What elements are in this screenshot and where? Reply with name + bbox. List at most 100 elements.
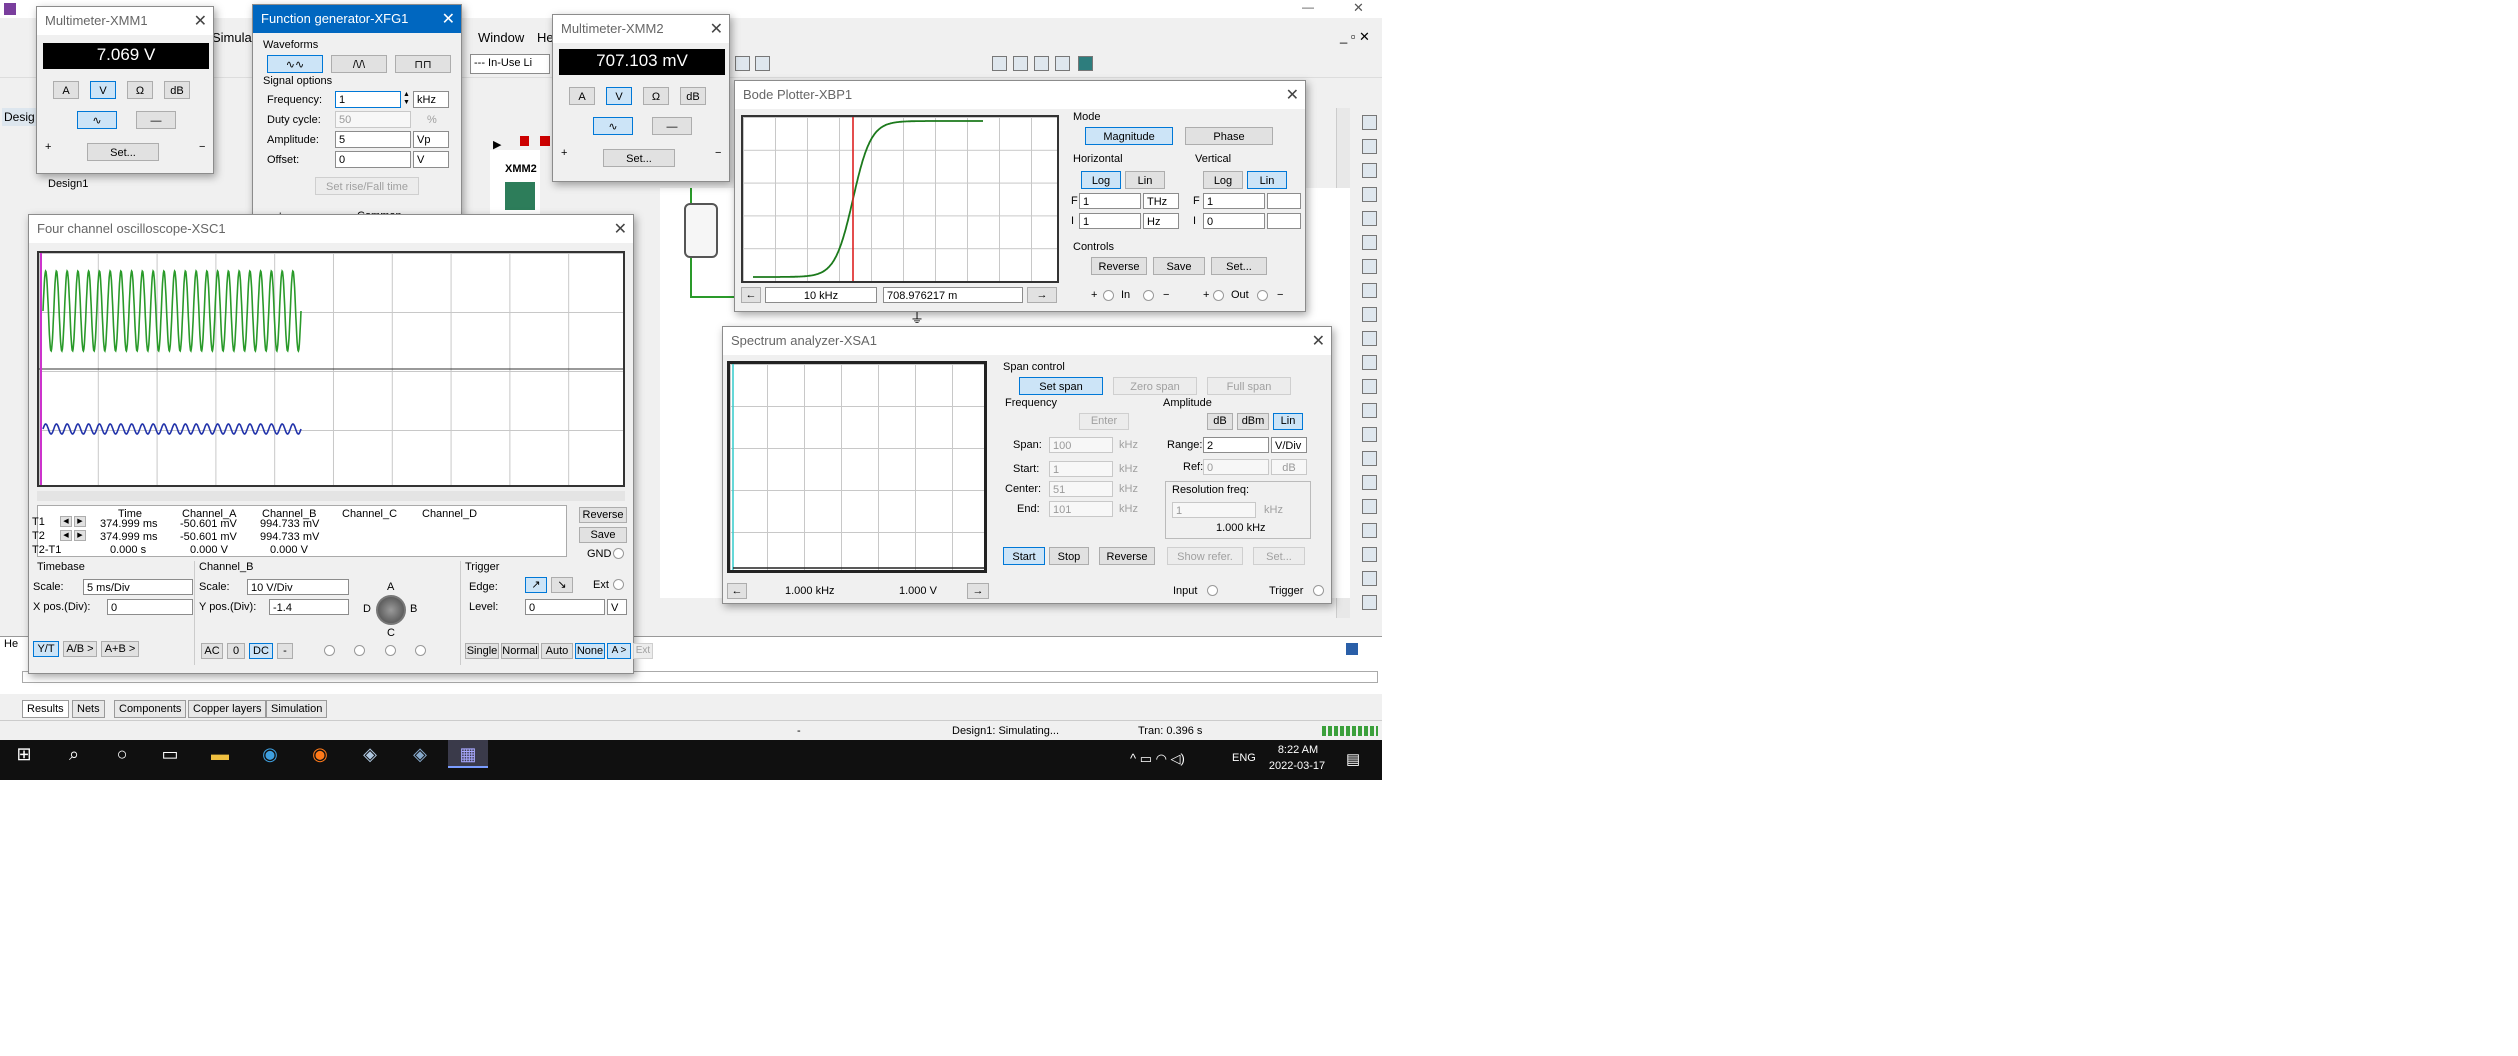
instrument-icon[interactable]	[1362, 115, 1377, 130]
instrument-icon[interactable]	[1362, 187, 1377, 202]
channel-c-node[interactable]	[385, 645, 396, 656]
start-button[interactable]: Start	[1003, 547, 1045, 565]
instrument-icon[interactable]	[1362, 283, 1377, 298]
close-icon[interactable]: ✕	[442, 9, 455, 29]
set-button[interactable]: Set...	[87, 143, 159, 161]
instrument-icon[interactable]	[1362, 451, 1377, 466]
h-final-input[interactable]: 1	[1079, 193, 1141, 209]
instrument-icon[interactable]	[1362, 427, 1377, 442]
instrument-icon[interactable]	[1362, 475, 1377, 490]
resolution-input[interactable]: 1	[1172, 502, 1256, 518]
ac-mode-button[interactable]: ∿	[77, 111, 117, 129]
instrument-icon[interactable]	[1362, 331, 1377, 346]
oscilloscope-titlebar[interactable]: Four channel oscilloscope-XSC1 ✕	[29, 215, 633, 243]
cursor-right-arrow-icon[interactable]: →	[1027, 287, 1057, 303]
level-input[interactable]: 0	[525, 599, 605, 615]
oscilloscope-screen[interactable]	[37, 251, 625, 487]
in-plus-node[interactable]	[1103, 290, 1114, 301]
range-unit[interactable]: V/Div	[1271, 437, 1307, 453]
tab-results[interactable]: Results	[22, 700, 69, 718]
clock-date[interactable]: 2022-03-17	[1264, 760, 1330, 772]
v-initial-unit[interactable]	[1267, 213, 1301, 229]
spectrum-right-arrow-icon[interactable]: →	[967, 583, 989, 599]
v-final-unit[interactable]	[1267, 193, 1301, 209]
bode-instrument-symbol[interactable]	[684, 203, 718, 258]
ypos-input[interactable]: -1.4	[269, 599, 349, 615]
spectrum-screen[interactable]	[727, 361, 987, 573]
span-input[interactable]: 100	[1049, 437, 1113, 453]
channel-d-node[interactable]	[415, 645, 426, 656]
level-unit[interactable]: V	[607, 599, 627, 615]
channel-a-node[interactable]	[324, 645, 335, 656]
decibel-mode-button[interactable]: dB	[680, 87, 706, 105]
ext-trigger-node[interactable]	[613, 579, 624, 590]
scope-scrollbar[interactable]	[37, 491, 625, 501]
instrument-icon[interactable]	[1362, 595, 1377, 610]
edge-icon[interactable]: ◉	[250, 740, 290, 768]
instrument-icon[interactable]	[1362, 235, 1377, 250]
vertical-log-button[interactable]: Log	[1203, 171, 1243, 189]
phase-button[interactable]: Phase	[1185, 127, 1273, 145]
instrument-icon[interactable]	[1362, 355, 1377, 370]
clock-time[interactable]: 8:22 AM	[1268, 744, 1328, 756]
duty-cycle-input[interactable]: 50	[335, 111, 411, 128]
ohmmeter-mode-button[interactable]: Ω	[127, 81, 153, 99]
channel-selector-knob[interactable]	[376, 595, 406, 625]
tray-icons[interactable]: ^ ▭ ◠ ◁)	[1130, 751, 1185, 767]
design-tree-item[interactable]: Design1	[48, 178, 88, 190]
ohmmeter-mode-button[interactable]: Ω	[643, 87, 669, 105]
frequency-unit[interactable]: kHz	[413, 91, 449, 108]
spectrum-set-button[interactable]: Set...	[1253, 547, 1305, 565]
menu-window[interactable]: Window	[478, 30, 524, 45]
cortana-icon[interactable]: ○	[102, 740, 142, 768]
app-icon-2[interactable]: ◈	[400, 740, 440, 768]
close-icon[interactable]: ✕	[1353, 0, 1364, 16]
cursor-left-arrow-icon[interactable]: ←	[741, 287, 761, 303]
bode-reverse-button[interactable]: Reverse	[1091, 257, 1147, 275]
pointer-tool-icon[interactable]	[735, 56, 750, 71]
tab-simulation[interactable]: Simulation	[266, 700, 328, 718]
in-use-list-select[interactable]: --- In-Use Li	[470, 54, 550, 74]
channel-b-node[interactable]	[354, 645, 365, 656]
h-initial-input[interactable]: 1	[1079, 213, 1141, 229]
reverse-button[interactable]: Reverse	[579, 507, 627, 523]
range-input[interactable]: 2	[1203, 437, 1269, 453]
bode-plotter-titlebar[interactable]: Bode Plotter-XBP1 ✕	[735, 81, 1305, 109]
gnd-terminal-node[interactable]	[613, 548, 624, 559]
search-icon[interactable]: ⌕	[54, 740, 94, 768]
dc-coupling-button[interactable]: DC	[249, 643, 273, 659]
fullscreen-icon[interactable]	[1078, 56, 1093, 71]
zoom-in-icon[interactable]	[992, 56, 1007, 71]
square-wave-button[interactable]: ⊓⊓	[395, 55, 451, 73]
close-icon[interactable]: ✕	[710, 19, 723, 39]
tab-components[interactable]: Components	[114, 700, 187, 718]
input-terminal-node[interactable]	[1207, 585, 1218, 596]
end-input[interactable]: 101	[1049, 501, 1113, 517]
close-icon[interactable]: ✕	[1286, 85, 1299, 105]
multimeter-xmm2-titlebar[interactable]: Multimeter-XMM2 ✕	[553, 15, 729, 43]
lin-button[interactable]: Lin	[1273, 413, 1303, 430]
instrument-icon[interactable]	[1362, 499, 1377, 514]
instrument-icon[interactable]	[1362, 307, 1377, 322]
t2-left-arrow-icon[interactable]: ◀	[60, 530, 72, 541]
instrument-icon[interactable]	[1362, 211, 1377, 226]
zoom-area-icon[interactable]	[1034, 56, 1049, 71]
instrument-icon[interactable]	[1362, 403, 1377, 418]
corner-icon[interactable]	[1346, 643, 1358, 655]
stop-button[interactable]: Stop	[1049, 547, 1089, 565]
center-input[interactable]: 51	[1049, 481, 1113, 497]
dc-mode-button[interactable]: —	[136, 111, 176, 129]
v-initial-input[interactable]: 0	[1203, 213, 1265, 229]
ammeter-mode-button[interactable]: A	[569, 87, 595, 105]
tab-nets[interactable]: Nets	[72, 700, 105, 718]
bode-set-button[interactable]: Set...	[1211, 257, 1267, 275]
frequency-input[interactable]: 1	[335, 91, 401, 108]
magnitude-button[interactable]: Magnitude	[1085, 127, 1173, 145]
voltmeter-mode-button[interactable]: V	[606, 87, 632, 105]
a-plus-b-button[interactable]: A+B >	[101, 641, 139, 657]
yt-button[interactable]: Y/T	[33, 641, 59, 657]
language-indicator[interactable]: ENG	[1232, 752, 1256, 764]
zero-coupling-button[interactable]: 0	[227, 643, 245, 659]
zoom-fit-icon[interactable]	[1055, 56, 1070, 71]
minimize-icon[interactable]: —	[1302, 0, 1314, 14]
